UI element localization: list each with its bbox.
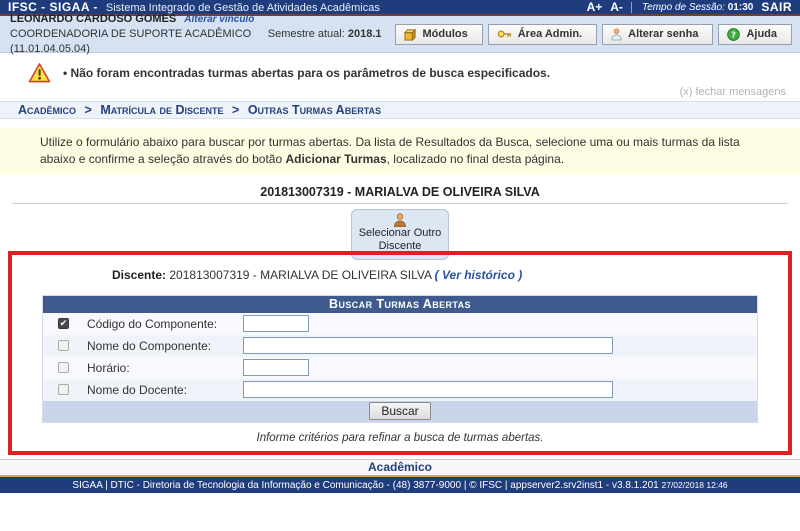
warning-bullet: • [63,66,67,80]
session-timer: Tempo de Sessão: 01:30 [631,2,753,13]
checkbox-codigo-componente[interactable] [58,318,69,329]
instructions-box: Utilize o formulário abaixo para buscar … [0,128,800,175]
admin-area-button[interactable]: Área Admin. [488,24,597,45]
help-icon: ? [727,28,740,41]
footer-info: SIGAA | DTIC - Diretoria de Tecnologia d… [72,480,658,491]
breadcrumb-item-matricula[interactable]: Matrícula de Discente [100,103,223,117]
search-form: Buscar Turmas Abertas Código do Componen… [42,295,758,423]
footer-bar: SIGAA | DTIC - Diretoria de Tecnologia d… [0,475,800,493]
breadcrumb-separator: > [80,103,97,117]
close-messages-link[interactable]: (x) fechar mensagens [0,86,800,98]
user-unit: COORDENADORIA DE SUPORTE ACADÊMICO (11.0… [10,27,268,57]
key-icon [497,28,512,40]
module-link-academico[interactable]: Acadêmico [0,459,800,475]
student-info-row: Discente: 201813007319 - MARIALVA DE OLI… [12,268,788,286]
warning-message: • Não foram encontradas turmas abertas p… [28,62,800,83]
nome-componente-input[interactable] [243,337,613,354]
form-row-horario: Horário: [43,357,757,379]
form-row-nome-componente: Nome do Componente: [43,335,757,357]
modules-icon [404,28,417,41]
form-hint: Informe critérios para refinar a busca d… [12,432,788,444]
font-decrease-button[interactable]: A- [610,0,623,14]
horario-input[interactable] [243,359,309,376]
breadcrumb-separator: > [227,103,244,117]
highlight-red-rectangle: Discente: 201813007319 - MARIALVA DE OLI… [8,251,792,455]
modules-button[interactable]: Módulos [395,24,483,45]
warning-icon [28,62,51,83]
field-label: Horário: [87,361,243,375]
change-bond-link[interactable]: Alterar vínculo [184,14,254,25]
student-label: Discente: [112,268,166,282]
checkbox-nome-componente[interactable] [58,340,69,351]
svg-text:?: ? [732,29,737,39]
footer-timestamp: 27/02/2018 12:46 [661,480,727,490]
user-name: LEONARDO CARDOSO GOMES [10,13,176,25]
search-button[interactable]: Buscar [369,402,430,420]
checkbox-horario[interactable] [58,362,69,373]
field-label: Código do Componente: [87,317,243,331]
session-time-value: 01:30 [728,2,754,13]
help-button[interactable]: ? Ajuda [718,24,792,45]
breadcrumb-item-academico[interactable]: Acadêmico [18,103,76,117]
form-row-codigo: Código do Componente: [43,313,757,335]
checkbox-nome-docente[interactable] [58,384,69,395]
codigo-componente-input[interactable] [243,315,309,332]
page-title: 201813007319 - MARIALVA DE OLIVEIRA SILV… [12,185,788,204]
current-semester: Semestre atual: 2018.1 [268,28,382,40]
field-label: Nome do Docente: [87,383,243,397]
form-footer: Buscar [43,401,757,422]
student-icon [393,213,407,227]
breadcrumb-item-outras-turmas: Outras Turmas Abertas [248,103,381,117]
breadcrumb: Acadêmico > Matrícula de Discente > Outr… [0,101,800,119]
logout-button[interactable]: SAIR [761,0,792,14]
warning-text: Não foram encontradas turmas abertas par… [71,66,551,80]
nome-docente-input[interactable] [243,381,613,398]
field-label: Nome do Componente: [87,339,243,353]
add-classes-reference: Adicionar Turmas [285,152,386,166]
font-increase-button[interactable]: A+ [587,0,603,14]
user-bar: LEONARDO CARDOSO GOMES Alterar vínculo C… [0,16,800,53]
user-icon [611,28,622,41]
form-title: Buscar Turmas Abertas [43,296,757,313]
view-history-link[interactable]: ( Ver histórico ) [435,268,523,282]
student-value: 201813007319 - MARIALVA DE OLIVEIRA SILV… [169,268,431,282]
form-row-nome-docente: Nome do Docente: [43,379,757,401]
change-password-button[interactable]: Alterar senha [602,24,713,45]
